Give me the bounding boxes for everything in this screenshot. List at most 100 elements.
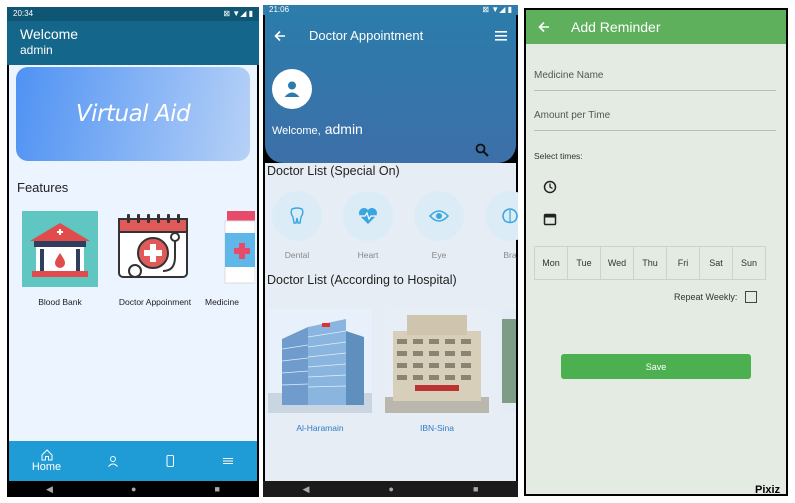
bottom-navigation: Home — [9, 441, 257, 481]
category-label: Dental — [284, 250, 310, 260]
day-fri[interactable]: Fri — [667, 247, 700, 279]
menu-icon — [223, 458, 234, 464]
username-label: admin — [324, 121, 363, 137]
medicine-icon — [215, 211, 256, 287]
day-thu[interactable]: Thu — [634, 247, 667, 279]
banner-text: Virtual Aid — [75, 101, 191, 127]
reminder-app-bar: Add Reminder — [526, 10, 786, 44]
day-tue[interactable]: Tue — [568, 247, 601, 279]
status-bar: 21:06 ⊠ ▼◢ ▮ — [263, 5, 518, 15]
blood-bank-icon — [22, 211, 98, 287]
feature-label: Blood Bank — [38, 297, 82, 307]
hospital-image — [268, 309, 372, 413]
day-sun[interactable]: Sun — [733, 247, 765, 279]
select-times-label: Select times: — [534, 151, 583, 161]
day-sat[interactable]: Sat — [700, 247, 733, 279]
status-icons: ⊠ ▼◢ ▮ — [482, 5, 512, 14]
clock-icon[interactable] — [543, 180, 557, 194]
feature-label: Doctor Appoinment — [118, 297, 192, 307]
virtual-aid-banner: Virtual Aid — [16, 67, 250, 161]
collage-canvas: 20:34 ⊠ ▼◢ ▮ Welcome admin Virtual Aid F… — [0, 0, 795, 503]
search-icon[interactable] — [475, 143, 489, 157]
feature-blood-bank[interactable]: Blood Bank — [15, 211, 105, 307]
hospital-image — [502, 309, 516, 413]
system-navigation-bar: ◀ ● ■ — [7, 481, 259, 497]
welcome-text: Welcome, — [272, 125, 321, 137]
phone-icon — [166, 455, 175, 467]
save-button[interactable]: Save — [561, 354, 751, 379]
hospital-label: IBN-Sina — [419, 423, 454, 433]
add-reminder-screen: Add Reminder Medicine Name Amount per Ti… — [526, 10, 786, 494]
system-navigation-bar: ◀ ● ■ — [263, 481, 518, 497]
hospital-label: Al-Haramain — [296, 423, 344, 433]
nav-phone[interactable] — [164, 455, 176, 467]
appointment-header: Doctor Appointment Welcome, admin — [265, 15, 516, 163]
home-app-bar: Welcome admin — [7, 21, 259, 65]
watermark: Pixiz — [755, 484, 781, 496]
category-label: Heart — [357, 250, 379, 260]
eye-icon — [429, 210, 449, 222]
username-label: admin — [20, 43, 53, 57]
feature-medicine[interactable]: Medicine — [205, 211, 259, 307]
recents-icon[interactable]: ■ — [473, 484, 478, 494]
nav-home-label: Home — [31, 461, 62, 473]
heart-pulse-icon — [359, 208, 377, 224]
status-bar: 20:34 ⊠ ▼◢ ▮ — [7, 7, 259, 21]
home-circle-icon[interactable]: ● — [131, 484, 136, 494]
category-brain[interactable]: Bra — [484, 191, 518, 260]
section-title-special: Doctor List (Special On) — [267, 164, 400, 178]
back-arrow-icon[interactable] — [538, 21, 550, 33]
home-circle-icon[interactable]: ● — [389, 484, 394, 494]
amount-per-time-field[interactable]: Amount per Time — [534, 110, 776, 131]
page-title: Add Reminder — [571, 19, 661, 35]
welcome-line: Welcome, admin — [272, 121, 363, 137]
back-icon[interactable]: ◀ — [46, 484, 53, 495]
feature-label: Medicine — [205, 297, 240, 307]
features-title: Features — [17, 180, 69, 195]
hospital-card-partial[interactable] — [502, 309, 516, 413]
home-body: Virtual Aid Features Blood Bank Doctor A… — [9, 65, 257, 441]
day-wed[interactable]: Wed — [601, 247, 634, 279]
home-screen-phone: 20:34 ⊠ ▼◢ ▮ Welcome admin Virtual Aid F… — [7, 7, 259, 497]
avatar[interactable] — [272, 69, 312, 109]
medicine-name-placeholder: Medicine Name — [534, 70, 604, 81]
nav-menu[interactable] — [222, 455, 234, 467]
hospital-card[interactable]: Al-Haramain — [268, 309, 372, 433]
status-icons: ⊠ ▼◢ ▮ — [223, 9, 253, 18]
person-icon — [107, 456, 118, 467]
page-title: Doctor Appointment — [309, 28, 424, 43]
amount-placeholder: Amount per Time — [534, 110, 611, 121]
menu-icon[interactable] — [495, 31, 507, 41]
repeat-weekly-checkbox[interactable] — [745, 291, 758, 303]
weekday-selector: Mon Tue Wed Thu Fri Sat Sun — [534, 246, 766, 280]
category-heart[interactable]: Heart — [342, 191, 394, 260]
status-time: 20:34 — [13, 9, 34, 18]
welcome-title: Welcome — [20, 26, 79, 42]
doctor-appointment-icon — [117, 211, 193, 287]
category-label: Eye — [431, 250, 447, 260]
brain-icon — [502, 208, 518, 224]
status-time: 21:06 — [269, 5, 290, 14]
hospital-image — [385, 309, 489, 413]
category-label: Bra — [503, 250, 517, 260]
medicine-name-field[interactable]: Medicine Name — [534, 70, 776, 91]
doctor-appointment-phone: 21:06 ⊠ ▼◢ ▮ Doctor Appointment Welcome,… — [263, 5, 518, 497]
category-dental[interactable]: Dental — [271, 191, 323, 260]
person-icon — [284, 81, 300, 97]
repeat-weekly-label: Repeat Weekly: — [674, 292, 738, 302]
home-icon — [41, 449, 52, 461]
hospital-card[interactable]: IBN-Sina — [385, 309, 489, 433]
add-reminder-phone: Add Reminder Medicine Name Amount per Ti… — [524, 8, 788, 496]
repeat-weekly-row: Repeat Weekly: — [674, 291, 758, 303]
back-arrow-icon[interactable] — [274, 30, 286, 42]
feature-doctor-appointment[interactable]: Doctor Appoinment — [110, 211, 200, 307]
back-icon[interactable]: ◀ — [303, 484, 310, 495]
nav-profile[interactable] — [107, 455, 119, 467]
nav-home[interactable]: Home — [32, 449, 61, 473]
calendar-icon[interactable] — [543, 212, 557, 226]
day-mon[interactable]: Mon — [535, 247, 568, 279]
category-eye[interactable]: Eye — [413, 191, 465, 260]
tooth-icon — [290, 207, 304, 224]
recents-icon[interactable]: ■ — [215, 484, 220, 494]
section-title-hospital: Doctor List (According to Hospital) — [267, 273, 457, 287]
